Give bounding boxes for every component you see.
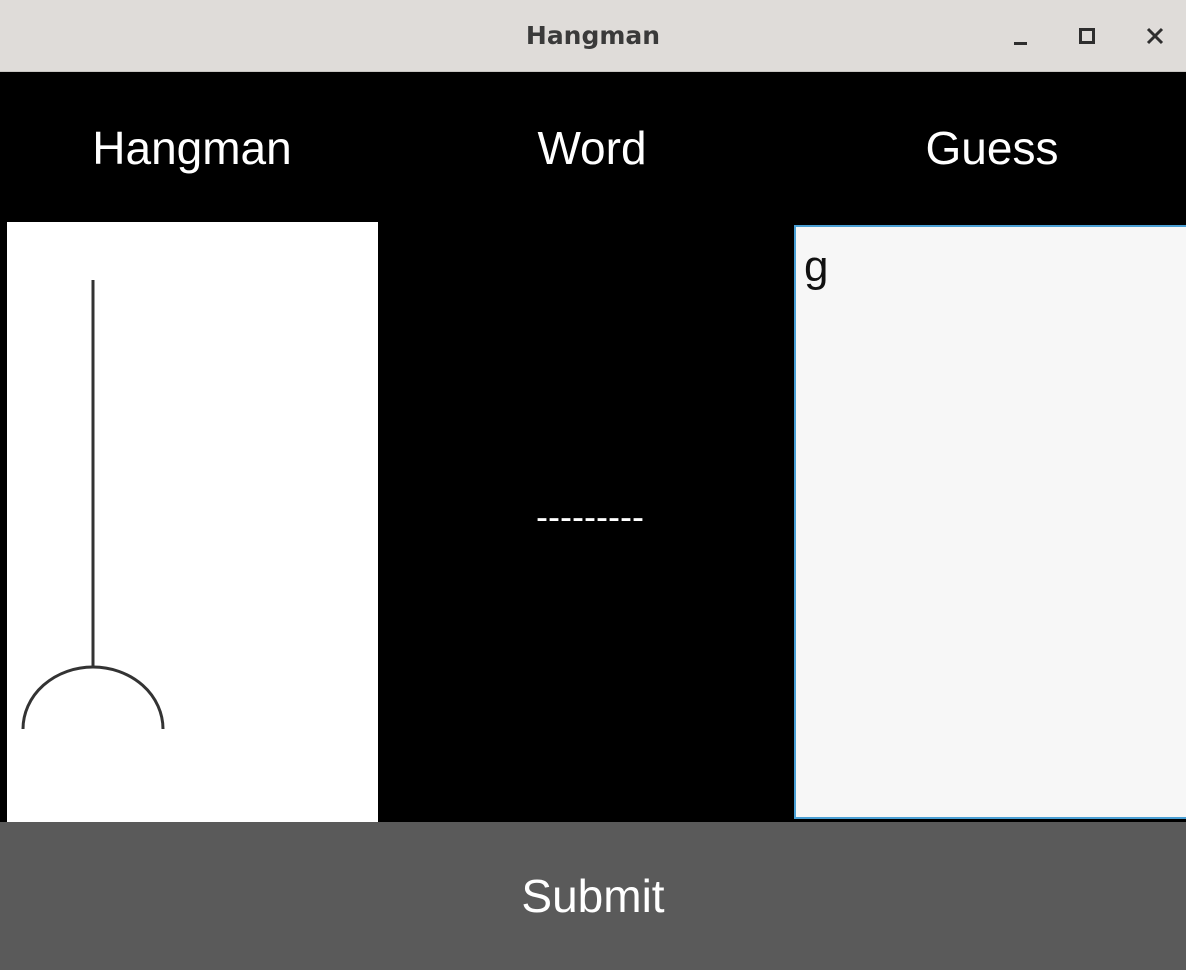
- minimize-button[interactable]: [1000, 16, 1040, 56]
- maximize-button[interactable]: [1067, 16, 1107, 56]
- guess-header: Guess: [925, 122, 1059, 174]
- game-area: Hangman Word Guess ---------: [0, 72, 1186, 822]
- window-titlebar: Hangman: [0, 0, 1186, 72]
- submit-button[interactable]: Submit: [0, 822, 1186, 970]
- hangman-drawing-canvas: [7, 222, 378, 822]
- maximize-icon: [1079, 28, 1095, 44]
- minimize-icon: [1014, 42, 1027, 45]
- close-button[interactable]: [1135, 16, 1175, 56]
- gallows-base: [21, 665, 165, 730]
- hangman-gallows-drawing: [21, 280, 165, 730]
- word-header: Word: [537, 122, 647, 174]
- word-display: ---------: [536, 496, 644, 537]
- hangman-header: Hangman: [92, 122, 292, 174]
- close-icon: [1146, 27, 1164, 45]
- guess-input[interactable]: [794, 225, 1186, 819]
